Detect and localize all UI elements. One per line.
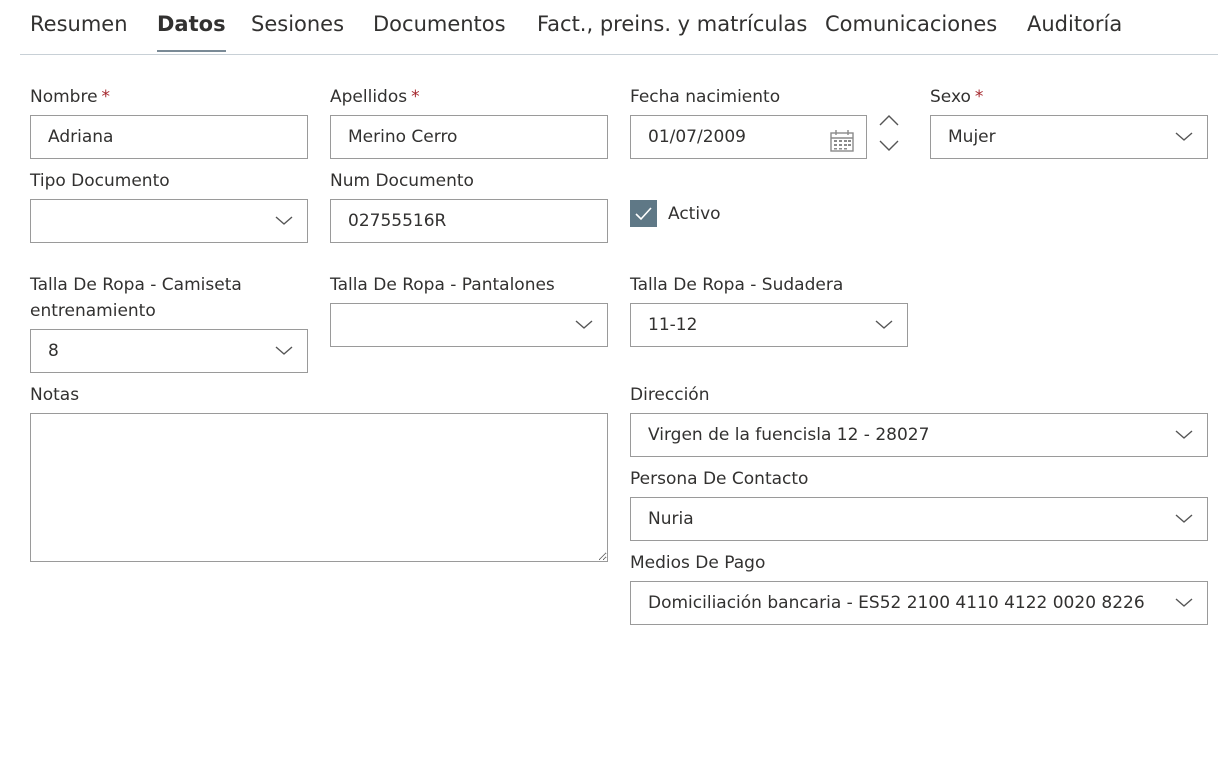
num-documento-input[interactable]: 02755516R [330, 199, 608, 243]
talla-camiseta-select[interactable]: 8 [30, 329, 308, 373]
tab-sesiones[interactable]: Sesiones [251, 12, 344, 36]
activo-checkbox[interactable] [630, 200, 657, 227]
chevron-down-icon [1175, 511, 1193, 525]
talla-camiseta-value: 8 [48, 341, 59, 361]
activo-label: Activo [668, 201, 721, 227]
date-decrement-icon[interactable] [878, 138, 900, 152]
tipo-documento-select[interactable] [30, 199, 308, 243]
direccion-select[interactable]: Virgen de la fuencisla 12 - 28027 [630, 413, 1208, 457]
tab-documentos[interactable]: Documentos [373, 12, 506, 36]
fecha-nacimiento-value: 01/07/2009 [648, 127, 746, 147]
date-increment-icon[interactable] [878, 112, 900, 126]
tab-auditoria[interactable]: Auditoría [1027, 12, 1122, 36]
activo-label-text: Activo [668, 204, 721, 224]
sexo-label-text: Sexo [930, 87, 971, 107]
required-mark: * [974, 87, 984, 107]
talla-camiseta-label-line2: entrenamiento [30, 301, 156, 321]
apellidos-input[interactable]: Merino Cerro [330, 115, 608, 159]
persona-contacto-value: Nuria [648, 509, 694, 529]
apellidos-value: Merino Cerro [348, 127, 458, 147]
direccion-label-text: Dirección [630, 385, 710, 405]
nombre-input[interactable]: Adriana [30, 115, 308, 159]
medios-pago-label-text: Medios De Pago [630, 553, 766, 573]
num-documento-label: Num Documento [330, 168, 474, 194]
sexo-value: Mujer [948, 127, 996, 147]
persona-contacto-label-text: Persona De Contacto [630, 469, 809, 489]
fecha-nacimiento-label: Fecha nacimiento [630, 84, 780, 110]
notas-textarea[interactable] [30, 413, 608, 562]
chevron-down-icon [875, 317, 893, 331]
notas-label-text: Notas [30, 385, 80, 405]
nombre-label-text: Nombre [30, 87, 98, 107]
talla-pantalones-label-text: Talla De Ropa - Pantalones [330, 275, 555, 295]
talla-camiseta-label-line1: Talla De Ropa - Camiseta [30, 275, 242, 295]
chevron-down-icon [275, 343, 293, 357]
num-documento-label-text: Num Documento [330, 171, 474, 191]
sexo-label: Sexo * [930, 84, 983, 110]
medios-pago-value: Domiciliación bancaria - ES52 2100 4110 … [648, 593, 1145, 613]
persona-contacto-select[interactable]: Nuria [630, 497, 1208, 541]
talla-sudadera-label: Talla De Ropa - Sudadera [630, 272, 843, 298]
talla-sudadera-label-text: Talla De Ropa - Sudadera [630, 275, 844, 295]
tab-bar: Resumen Datos Sesiones Documentos Fact.,… [20, 0, 1218, 55]
nombre-label: Nombre * [30, 84, 110, 110]
fecha-nacimiento-input[interactable]: 01/07/2009 [630, 115, 867, 159]
direccion-label: Dirección [630, 382, 709, 408]
student-data-page: Resumen Datos Sesiones Documentos Fact.,… [0, 0, 1227, 762]
medios-pago-label: Medios De Pago [630, 550, 765, 576]
persona-contacto-label: Persona De Contacto [630, 466, 808, 492]
nombre-value: Adriana [48, 127, 114, 147]
tipo-documento-label: Tipo Documento [30, 168, 170, 194]
tab-datos[interactable]: Datos [157, 12, 226, 52]
num-documento-value: 02755516R [348, 211, 447, 231]
calendar-icon[interactable] [830, 126, 854, 152]
direccion-value: Virgen de la fuencisla 12 - 28027 [648, 425, 930, 445]
required-mark: * [411, 87, 420, 107]
talla-camiseta-label: Talla De Ropa - Camiseta entrenamiento [30, 272, 242, 324]
chevron-down-icon [575, 317, 593, 331]
talla-sudadera-value: 11-12 [648, 315, 698, 335]
fecha-nacimiento-label-text: Fecha nacimiento [630, 87, 781, 107]
medios-pago-select[interactable]: Domiciliación bancaria - ES52 2100 4110 … [630, 581, 1208, 625]
required-mark: * [101, 87, 111, 107]
talla-pantalones-label: Talla De Ropa - Pantalones [330, 272, 555, 298]
tab-resumen[interactable]: Resumen [30, 12, 128, 36]
chevron-down-icon [1175, 595, 1193, 609]
tab-facturas[interactable]: Fact., preins. y matrículas [537, 12, 807, 36]
talla-pantalones-select[interactable] [330, 303, 608, 347]
sexo-select[interactable]: Mujer [930, 115, 1208, 159]
chevron-down-icon [1175, 129, 1193, 143]
chevron-down-icon [1175, 427, 1193, 441]
apellidos-label-text: Apellidos [330, 87, 408, 107]
tipo-documento-label-text: Tipo Documento [30, 171, 170, 191]
apellidos-label: Apellidos * [330, 84, 420, 110]
talla-sudadera-select[interactable]: 11-12 [630, 303, 908, 347]
notas-label: Notas [30, 382, 79, 408]
chevron-down-icon [275, 213, 293, 227]
tab-comunicaciones[interactable]: Comunicaciones [825, 12, 997, 36]
